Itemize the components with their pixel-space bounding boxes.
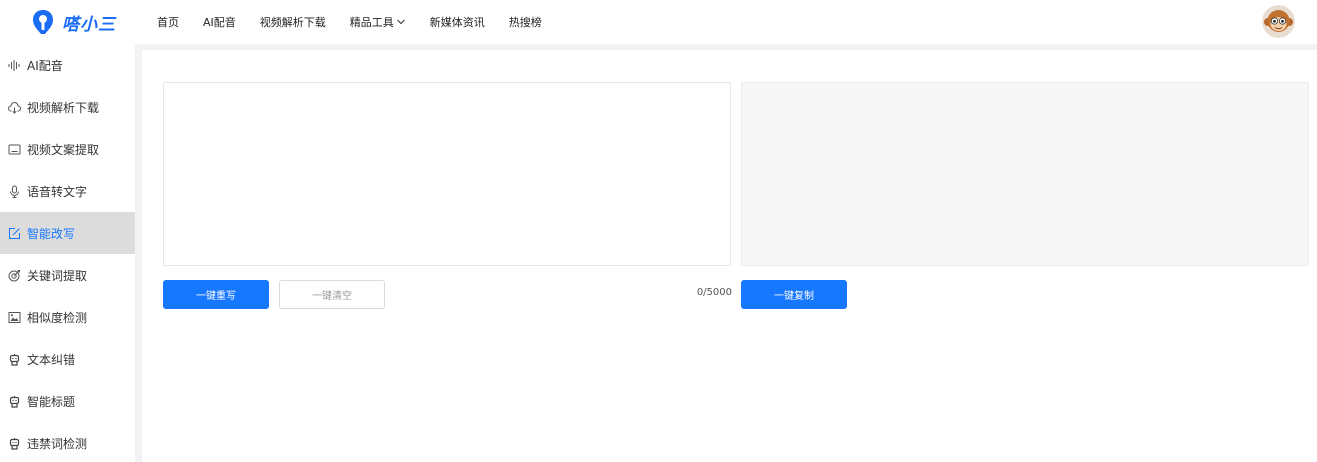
sidebar-item-ai-dubbing[interactable]: AI配音: [0, 44, 135, 86]
nav-ai-dubbing[interactable]: AI配音: [203, 14, 236, 30]
logo-icon: [33, 10, 53, 34]
rewrite-result-area: [741, 82, 1309, 266]
sidebar-item-label: 文本纠错: [27, 352, 76, 367]
sidebar-item-banned-word-check[interactable]: 违禁词检测: [0, 422, 135, 462]
content-top-divider: [135, 44, 1317, 50]
waveform-icon: [8, 59, 20, 71]
monkey-avatar-icon: [1262, 5, 1295, 38]
robot-icon: [9, 353, 20, 366]
nav-video-download-label: 视频解析下载: [259, 16, 326, 29]
sidebar-item-label: AI配音: [27, 58, 63, 73]
robot-icon: [9, 395, 20, 408]
image-compare-icon: [8, 311, 21, 323]
brand-logo[interactable]: 嗒小三: [32, 7, 116, 37]
sidebar-item-label: 语音转文字: [27, 184, 88, 199]
sidebar-item-label: 智能改写: [27, 226, 76, 241]
target-icon: [8, 269, 20, 281]
top-header: 嗒小三 首页 AI配音 视频解析下载 精品工具 新媒体资讯 热搜榜: [0, 0, 1317, 44]
video-text-icon: [8, 144, 21, 154]
sidebar-item-speech-to-text[interactable]: 语音转文字: [0, 170, 135, 212]
nav-premium-tools-label: 精品工具: [349, 16, 394, 29]
sidebar-item-label: 视频解析下载: [27, 100, 100, 115]
nav-new-media-news[interactable]: 新媒体资讯: [430, 14, 485, 30]
sidebar-item-label: 视频文案提取: [27, 142, 100, 157]
microphone-icon: [10, 185, 19, 198]
sidebar-item-label: 关键词提取: [27, 268, 88, 283]
chevron-down-icon: [396, 19, 405, 25]
sidebar-item-similarity-check[interactable]: 相似度检测: [0, 296, 135, 338]
nav-hot-search-label: 热搜榜: [508, 16, 542, 29]
sidebar-item-text-correction[interactable]: 文本纠错: [0, 338, 135, 380]
nav-new-media-news-label: 新媒体资讯: [429, 16, 485, 29]
nav-home[interactable]: 首页: [157, 14, 179, 30]
brand-name: 嗒小三: [62, 14, 116, 35]
sidebar-item-label: 违禁词检测: [27, 436, 88, 451]
nav-premium-tools[interactable]: 精品工具: [350, 14, 406, 30]
main-nav: 首页 AI配音 视频解析下载 精品工具 新媒体资讯 热搜榜: [157, 0, 566, 44]
sidebar-item-smart-title[interactable]: 智能标题: [0, 380, 135, 422]
sidebar-item-label: 相似度检测: [27, 310, 88, 325]
nav-hot-search[interactable]: 热搜榜: [509, 14, 542, 30]
sidebar-item-smart-rewrite[interactable]: 智能改写: [0, 212, 135, 254]
character-counter: 0/5000: [696, 287, 732, 298]
sidebar-item-keyword-extract[interactable]: 关键词提取: [0, 254, 135, 296]
nav-video-download[interactable]: 视频解析下载: [260, 14, 326, 30]
nav-home-label: 首页: [157, 16, 179, 29]
rewrite-button[interactable]: 一键重写: [163, 280, 269, 309]
sidebar-item-label: 智能标题: [27, 394, 76, 409]
copy-button[interactable]: 一键复制: [741, 280, 847, 309]
sidebar: AI配音 视频解析下载 视频文案提取 语音转文字 智能改写 关键词提取 相似度检…: [0, 44, 135, 462]
rewrite-result-text: [742, 83, 1308, 99]
sidebar-item-video-text-extract[interactable]: 视频文案提取: [0, 128, 135, 170]
robot-icon: [9, 437, 20, 450]
user-avatar[interactable]: [1262, 5, 1295, 38]
source-text-area[interactable]: [163, 82, 731, 266]
content-left-divider: [135, 44, 142, 462]
cloud-download-icon: [8, 101, 21, 114]
source-text-input[interactable]: [164, 83, 730, 265]
sidebar-item-video-download[interactable]: 视频解析下载: [0, 86, 135, 128]
nav-ai-dubbing-label: AI配音: [203, 16, 236, 29]
clear-button[interactable]: 一键清空: [279, 280, 385, 309]
edit-icon: [9, 227, 20, 239]
